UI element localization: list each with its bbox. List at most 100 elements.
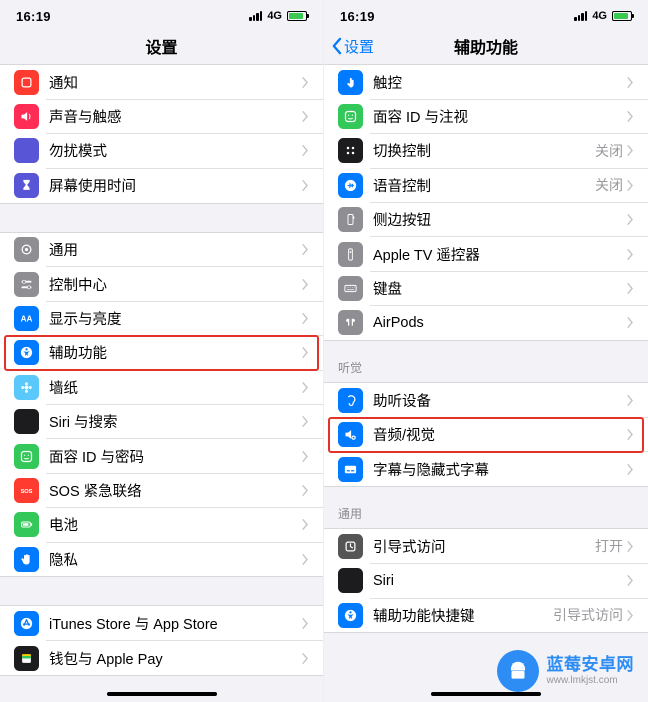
chevron-right-icon	[627, 317, 634, 328]
list-item[interactable]: 隐私	[0, 542, 323, 576]
access-icon	[14, 340, 39, 365]
cc-icon	[338, 457, 363, 482]
list-item[interactable]: Siri 与搜索	[0, 405, 323, 439]
list-item[interactable]: 通知	[0, 65, 323, 99]
chevron-right-icon	[627, 610, 634, 621]
chevron-right-icon	[302, 382, 309, 393]
accessibility-screen-right: 16:19 4G 设置 辅助功能 触控 面容 ID 与注视 切换控制 关闭	[324, 0, 648, 702]
list-item[interactable]: 引导式访问 打开	[324, 529, 648, 563]
nav-bar: 设置	[0, 28, 323, 64]
siri-icon	[14, 409, 39, 434]
list-item-label: 声音与触感	[49, 106, 302, 127]
face-icon	[338, 104, 363, 129]
list-item[interactable]: 面容 ID 与密码	[0, 439, 323, 473]
chevron-right-icon	[627, 283, 634, 294]
list-item[interactable]: 侧边按钮	[324, 203, 648, 237]
list-item-label: 切换控制	[373, 140, 595, 161]
chevron-right-icon	[627, 395, 634, 406]
chevron-right-icon	[302, 279, 309, 290]
list-item-label: 语音控制	[373, 175, 595, 196]
list-item-label: Apple TV 遥控器	[373, 244, 627, 265]
list-item-label: 隐私	[49, 549, 302, 570]
list-item-label: 触控	[373, 72, 627, 93]
switch-icon	[338, 138, 363, 163]
list-item[interactable]: iTunes Store 与 App Store	[0, 606, 323, 640]
list-item-label: iTunes Store 与 App Store	[49, 613, 302, 634]
list-item-label: 面容 ID 与注视	[373, 106, 627, 127]
signal-icon	[574, 11, 587, 21]
section-header: 听觉	[324, 341, 648, 382]
list-item[interactable]: Apple TV 遥控器	[324, 237, 648, 271]
signal-icon	[249, 11, 262, 21]
list-item[interactable]: 触控	[324, 65, 648, 99]
page-title: 辅助功能	[454, 34, 518, 58]
list-item[interactable]: 辅助功能快捷键 引导式访问	[324, 598, 648, 632]
list-item[interactable]: 声音与触感	[0, 99, 323, 133]
status-time: 16:19	[340, 9, 375, 24]
list-item[interactable]: 显示与亮度	[0, 301, 323, 335]
list-item-label: 键盘	[373, 278, 627, 299]
list-item-label: 引导式访问	[373, 536, 595, 557]
status-bar: 16:19 4G	[324, 0, 648, 28]
chevron-right-icon	[302, 653, 309, 664]
list-item-label: 音频/视觉	[373, 424, 627, 445]
list-item-label: 辅助功能快捷键	[373, 605, 553, 626]
list-item-label: 面容 ID 与密码	[49, 446, 302, 467]
list-item[interactable]: 通用	[0, 233, 323, 267]
list-item[interactable]: 墙纸	[0, 370, 323, 404]
sos-icon	[14, 478, 39, 503]
hourglass-icon	[14, 173, 39, 198]
list-item-detail: 关闭	[595, 141, 623, 161]
accessibility-list: 触控 面容 ID 与注视 切换控制 关闭 语音控制 关闭 侧边按钮 Apple …	[324, 64, 648, 702]
watermark: 蓝莓安卓网 www.lmkjst.com	[497, 650, 635, 692]
ear-icon	[338, 388, 363, 413]
section-header: 通用	[324, 487, 648, 528]
home-indicator[interactable]	[107, 692, 217, 696]
chevron-right-icon	[627, 145, 634, 156]
touch-icon	[338, 70, 363, 95]
appstore-icon	[14, 611, 39, 636]
chevron-right-icon	[302, 485, 309, 496]
list-item[interactable]: 切换控制 关闭	[324, 134, 648, 168]
guided-icon	[338, 534, 363, 559]
list-item-label: 通知	[49, 72, 302, 93]
android-icon	[497, 650, 539, 692]
chevron-right-icon	[627, 429, 634, 440]
chevron-right-icon	[627, 541, 634, 552]
status-time: 16:19	[16, 9, 51, 24]
chevron-right-icon	[302, 519, 309, 530]
list-item[interactable]: 钱包与 Apple Pay	[0, 641, 323, 675]
list-item[interactable]: 面容 ID 与注视	[324, 99, 648, 133]
list-item-label: 字幕与隐藏式字幕	[373, 459, 627, 480]
list-item[interactable]: 控制中心	[0, 267, 323, 301]
chevron-right-icon	[627, 249, 634, 260]
chevron-right-icon	[302, 145, 309, 156]
gear-icon	[14, 237, 39, 262]
list-item[interactable]: SOS 紧急联络	[0, 473, 323, 507]
list-item-detail: 打开	[595, 536, 623, 556]
list-item[interactable]: 助听设备	[324, 383, 648, 417]
list-item[interactable]: AirPods	[324, 306, 648, 340]
list-item[interactable]: 字幕与隐藏式字幕	[324, 452, 648, 486]
list-item[interactable]: 语音控制 关闭	[324, 168, 648, 202]
face-icon	[14, 444, 39, 469]
list-item[interactable]: Siri	[324, 564, 648, 598]
list-item-detail: 引导式访问	[553, 605, 623, 625]
chevron-right-icon	[302, 313, 309, 324]
siri2-icon	[338, 568, 363, 593]
list-item[interactable]: 音频/视觉	[324, 418, 648, 452]
list-item[interactable]: 键盘	[324, 271, 648, 305]
list-item[interactable]: 屏幕使用时间	[0, 168, 323, 202]
list-item[interactable]: 勿扰模式	[0, 134, 323, 168]
chevron-right-icon	[627, 111, 634, 122]
list-item-label: 墙纸	[49, 377, 302, 398]
battery-icon	[612, 11, 632, 21]
home-indicator[interactable]	[431, 692, 541, 696]
list-item-label: Siri	[373, 573, 627, 589]
voice-icon	[338, 173, 363, 198]
list-item-label: 钱包与 Apple Pay	[49, 648, 302, 669]
list-item-label: 显示与亮度	[49, 308, 302, 329]
back-button[interactable]: 设置	[330, 36, 374, 57]
list-item[interactable]: 电池	[0, 508, 323, 542]
list-item[interactable]: 辅助功能	[0, 336, 323, 370]
